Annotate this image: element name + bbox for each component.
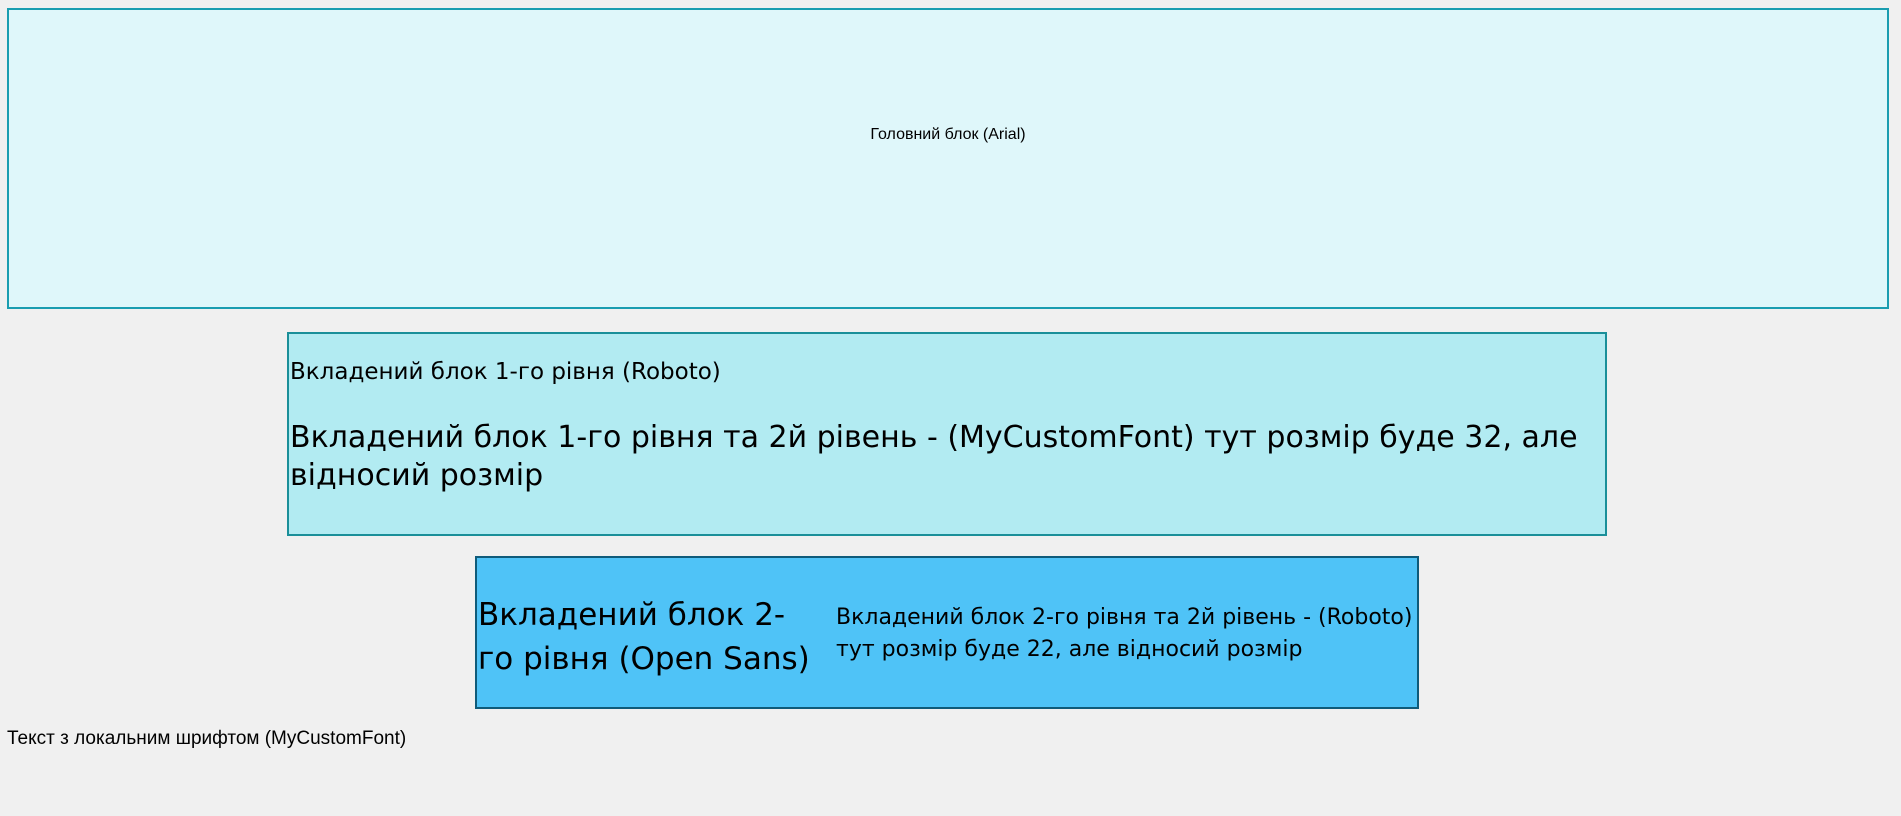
nested-block-level-1: Вкладений блок 1-го рівня (Roboto) Вклад… — [287, 332, 1607, 536]
nested-block-level-2: Вкладений блок 2-го рівня (Open Sans) Вк… — [475, 556, 1419, 709]
nested-block-level-2-sub-text: Вкладений блок 2-го рівня та 2й рівень -… — [836, 605, 1413, 662]
nested-block-level-1-text: Вкладений блок 1-го рівня (Roboto) — [290, 359, 721, 385]
main-block-text: Головний блок (Arial) — [870, 125, 1026, 143]
local-font-text: Текст з локальним шрифтом (MyCustomFont) — [7, 728, 407, 749]
main-block: Головний блок (Arial) — [7, 8, 1889, 309]
nested-block-level-2-text: Вкладений блок 2-го рівня (Open Sans) — [478, 597, 810, 677]
nested-block-level-1-sub-text: Вкладений блок 1-го рівня та 2й рівень -… — [290, 420, 1578, 493]
